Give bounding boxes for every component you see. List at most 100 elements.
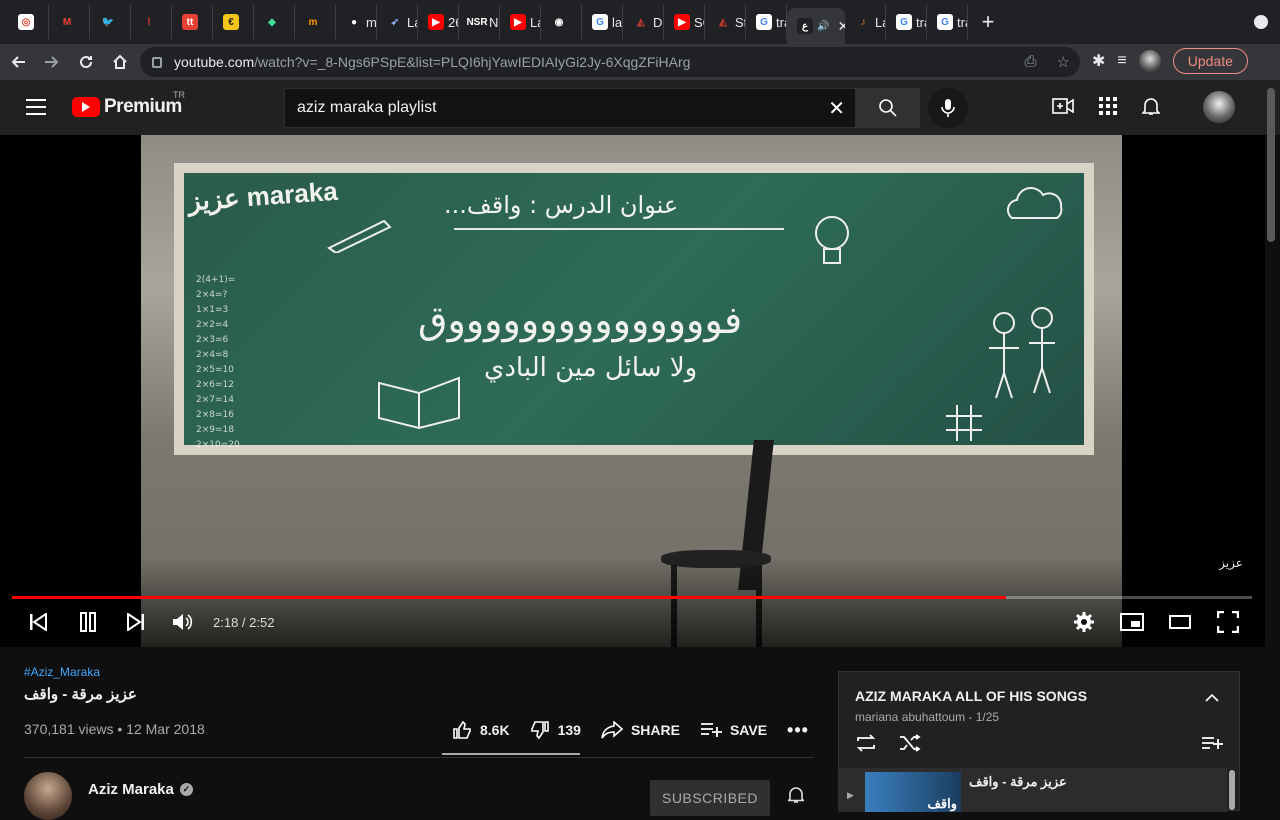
playlist-title[interactable]: AZIZ MARAKA ALL OF HIS SONGS (855, 688, 1087, 704)
tab-favicon-icon: ▶ (674, 14, 690, 30)
channel-avatar[interactable] (24, 772, 72, 820)
browser-tab[interactable]: ●mu (336, 5, 377, 39)
address-bar[interactable]: youtube.com/watch?v=_8-Ngs6PSpE&list=PLQ… (140, 47, 1080, 77)
theater-mode-button[interactable] (1169, 610, 1191, 634)
like-count: 8.6K (480, 722, 510, 738)
volume-button[interactable] (172, 610, 194, 634)
browser-tab[interactable]: ⌇ (131, 5, 172, 39)
tab-label: Lar (407, 14, 417, 30)
settings-button[interactable] (1073, 610, 1095, 634)
tab-audio-icon[interactable]: 🔊 (817, 21, 829, 32)
browser-tab[interactable]: ▶ Lar (500, 5, 541, 39)
video-player[interactable]: عزيز maraka عنوان الدرس : واقف... فووووو… (0, 135, 1265, 647)
time-display: 2:18 / 2:52 (213, 615, 275, 630)
browser-tab[interactable]: NSRNS (459, 5, 500, 39)
playlist-item-thumb-text: واقف (927, 796, 957, 811)
forward-arrow-icon (45, 56, 59, 68)
browser-tab[interactable]: 🐦 (90, 5, 131, 39)
tab-favicon-icon: ♪ (855, 14, 871, 30)
subscribe-button[interactable]: SUBSCRIBED (650, 780, 770, 816)
install-app-icon[interactable]: ⎙ (1025, 53, 1037, 71)
clear-search-icon[interactable]: ✕ (828, 96, 845, 121)
lightbulb-drawing-icon (815, 216, 849, 264)
like-button[interactable]: 8.6K (442, 718, 520, 742)
browser-tab[interactable]: m (295, 5, 336, 39)
cloud-drawing-icon (1006, 186, 1063, 219)
search-button[interactable] (856, 88, 920, 128)
url-path: /watch?v=_8-Ngs6PSpE&list=PLQI6hjYawIEDI… (254, 54, 691, 70)
theater-mode-icon (1169, 615, 1191, 629)
save-playlist-icon[interactable] (1201, 736, 1223, 750)
dislike-button[interactable]: 139 (520, 718, 591, 742)
miniplayer-button[interactable] (1120, 610, 1144, 634)
pause-button[interactable] (78, 610, 98, 634)
browser-tab[interactable]: Gtra (746, 5, 787, 39)
share-button[interactable]: SHARE (591, 718, 690, 742)
save-label: SAVE (729, 722, 768, 738)
notifications-bell-icon[interactable] (1142, 96, 1160, 116)
tab-favicon-icon: ⌇ (141, 14, 157, 30)
previous-button[interactable] (28, 610, 48, 634)
back-button[interactable] (2, 46, 34, 78)
hashtag-link[interactable]: #Aziz_Maraka (24, 665, 814, 679)
reload-icon (80, 56, 93, 69)
browser-tab[interactable]: M (49, 5, 90, 39)
more-actions-icon[interactable]: ••• (777, 720, 819, 741)
forward-button[interactable] (36, 46, 68, 78)
close-tab-icon[interactable]: ✕ (837, 18, 845, 35)
shuffle-icon[interactable] (899, 734, 921, 752)
next-button[interactable] (126, 610, 146, 634)
view-count-date: 370,181 views • 12 Mar 2018 (24, 721, 205, 737)
browser-tab[interactable]: ◭ Sta (705, 5, 746, 39)
channel-name: Aziz Maraka (88, 781, 174, 798)
account-avatar[interactable] (1203, 91, 1235, 123)
tab-favicon-icon: m (305, 14, 321, 30)
media-control-icon[interactable]: ≡ (1117, 52, 1126, 70)
extensions-icon[interactable]: ✱ (1092, 51, 1105, 71)
browser-tab[interactable]: Gtra (886, 5, 927, 39)
fullscreen-button[interactable] (1217, 610, 1239, 634)
browser-tab[interactable]: Glar (582, 5, 623, 39)
create-video-icon[interactable] (1052, 97, 1074, 115)
browser-tab[interactable]: ▶SC (664, 5, 705, 39)
update-button[interactable]: Update (1172, 48, 1248, 74)
browser-tab[interactable]: ◆ (254, 5, 295, 39)
collapse-chevron-up-icon[interactable] (1205, 694, 1219, 702)
search-query: aziz maraka playlist (297, 99, 437, 116)
home-button[interactable] (104, 46, 136, 78)
browser-tab[interactable]: ♪La (845, 5, 886, 39)
loop-icon[interactable] (855, 734, 877, 752)
page-scrollbar[interactable] (1267, 88, 1275, 242)
new-tab-button[interactable]: + (968, 9, 1008, 35)
tab-favicon-icon: tt (182, 14, 198, 30)
stick-figures-drawing-icon (989, 307, 1055, 399)
bookmark-star-icon[interactable]: ☆ (1057, 53, 1070, 71)
reload-button[interactable] (70, 46, 102, 78)
browser-tab[interactable]: ع 🔊 ✕ (787, 8, 845, 44)
save-button[interactable]: SAVE (690, 718, 777, 742)
browser-tab[interactable]: ◭Da (623, 5, 664, 39)
profile-avatar[interactable] (1138, 50, 1161, 72)
browser-tab[interactable]: tt (172, 5, 213, 39)
voice-search-button[interactable] (928, 88, 968, 128)
tab-search-icon[interactable] (1254, 15, 1268, 29)
search-input[interactable]: aziz maraka playlist ✕ (284, 88, 856, 128)
playlist-scrollbar[interactable] (1229, 770, 1235, 810)
menu-icon[interactable] (26, 99, 46, 115)
channel-notifications-bell-icon[interactable] (788, 786, 804, 804)
browser-tab[interactable]: € (213, 5, 254, 39)
progress-bar[interactable] (12, 596, 1252, 599)
settings-gear-icon (1074, 612, 1094, 632)
browser-tab[interactable]: ◉ (541, 5, 582, 39)
youtube-logo[interactable]: Premium TR (72, 90, 185, 118)
tab-label: mu (366, 14, 377, 30)
browser-tab[interactable]: ◎ (8, 5, 49, 39)
browser-tab[interactable]: ▶26 (418, 5, 459, 39)
browser-tab[interactable]: Gtra (927, 5, 968, 39)
browser-tab[interactable]: ➶ Lar (377, 5, 418, 39)
channel-name-link[interactable]: Aziz Maraka ✓ (88, 781, 193, 798)
apps-grid-icon[interactable] (1099, 97, 1117, 115)
playlist-item[interactable]: ▶ واقف عزيز مرقة - واقف (839, 768, 1227, 812)
tab-label: tra (916, 14, 926, 30)
skip-previous-icon (30, 613, 47, 631)
